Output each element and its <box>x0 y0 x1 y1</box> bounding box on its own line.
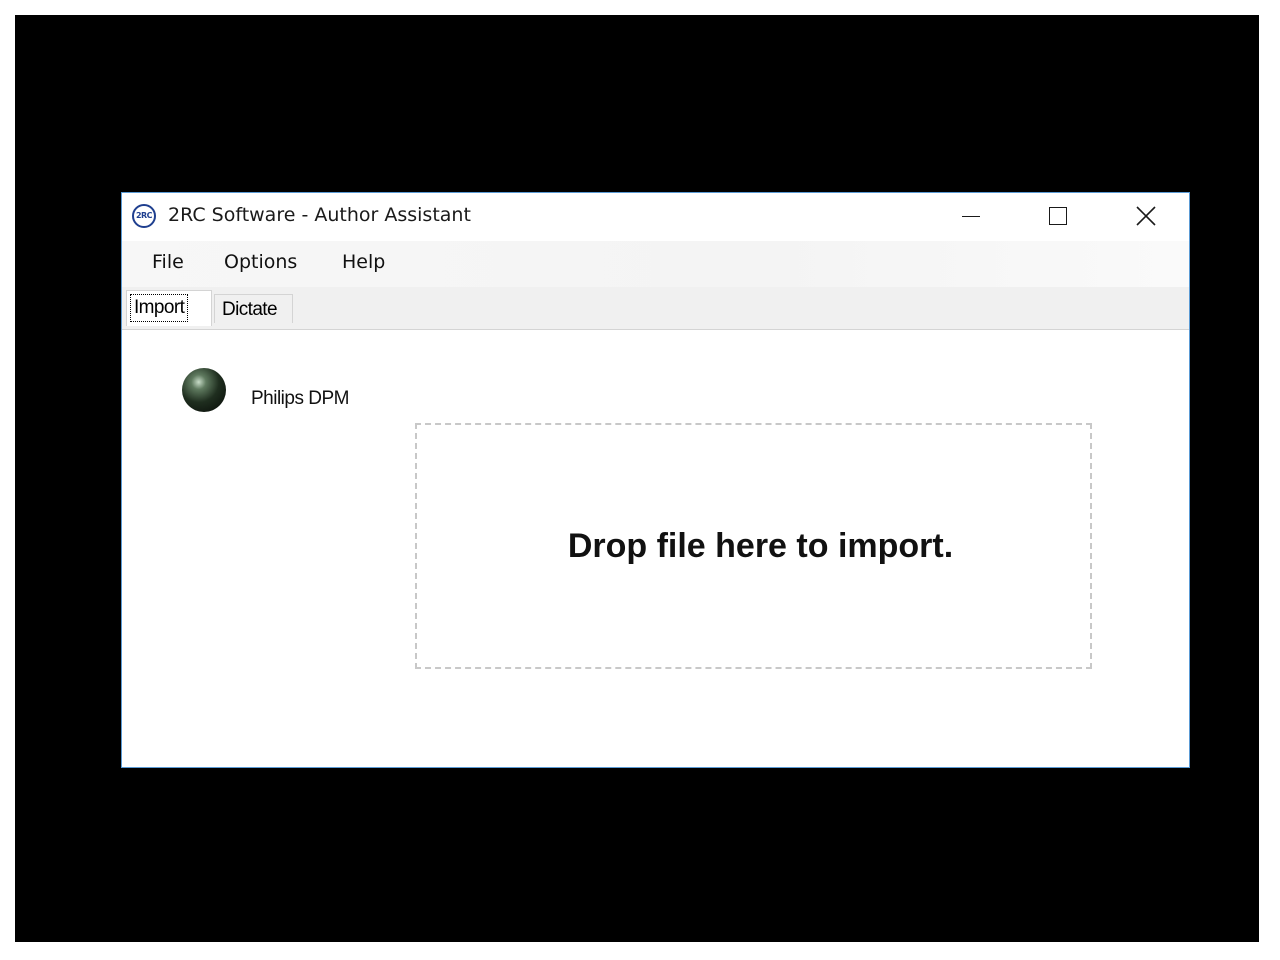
minimize-icon <box>962 216 980 217</box>
minimize-button[interactable] <box>926 193 1014 239</box>
menu-options[interactable]: Options <box>224 251 297 273</box>
status-led-icon <box>182 368 226 412</box>
title-bar[interactable]: 2RC 2RC Software - Author Assistant <box>122 193 1189 241</box>
menu-help[interactable]: Help <box>342 251 385 273</box>
app-window: 2RC 2RC Software - Author Assistant File… <box>121 192 1190 768</box>
drop-zone[interactable]: Drop file here to import. <box>415 423 1092 669</box>
2rc-logo-icon[interactable]: 2RC <box>132 204 156 228</box>
menu-file[interactable]: File <box>152 251 184 273</box>
close-icon <box>1136 206 1156 226</box>
tab-strip: Import Dictate <box>122 287 1189 329</box>
close-button[interactable] <box>1102 193 1190 239</box>
desktop-background: 2RC 2RC Software - Author Assistant File… <box>15 15 1259 942</box>
import-panel: Philips DPM Drop file here to import. <box>122 329 1189 767</box>
maximize-icon <box>1049 207 1067 225</box>
window-title: 2RC Software - Author Assistant <box>168 204 471 226</box>
maximize-button[interactable] <box>1014 193 1102 239</box>
tab-dictate-label: Dictate <box>222 299 278 320</box>
tab-dictate[interactable]: Dictate <box>214 294 293 323</box>
tab-import[interactable]: Import <box>126 290 212 326</box>
drop-zone-text: Drop file here to import. <box>567 526 954 565</box>
tab-import-label: Import <box>130 294 189 322</box>
device-label: Philips DPM <box>251 388 349 409</box>
menu-bar: File Options Help <box>122 241 1189 287</box>
